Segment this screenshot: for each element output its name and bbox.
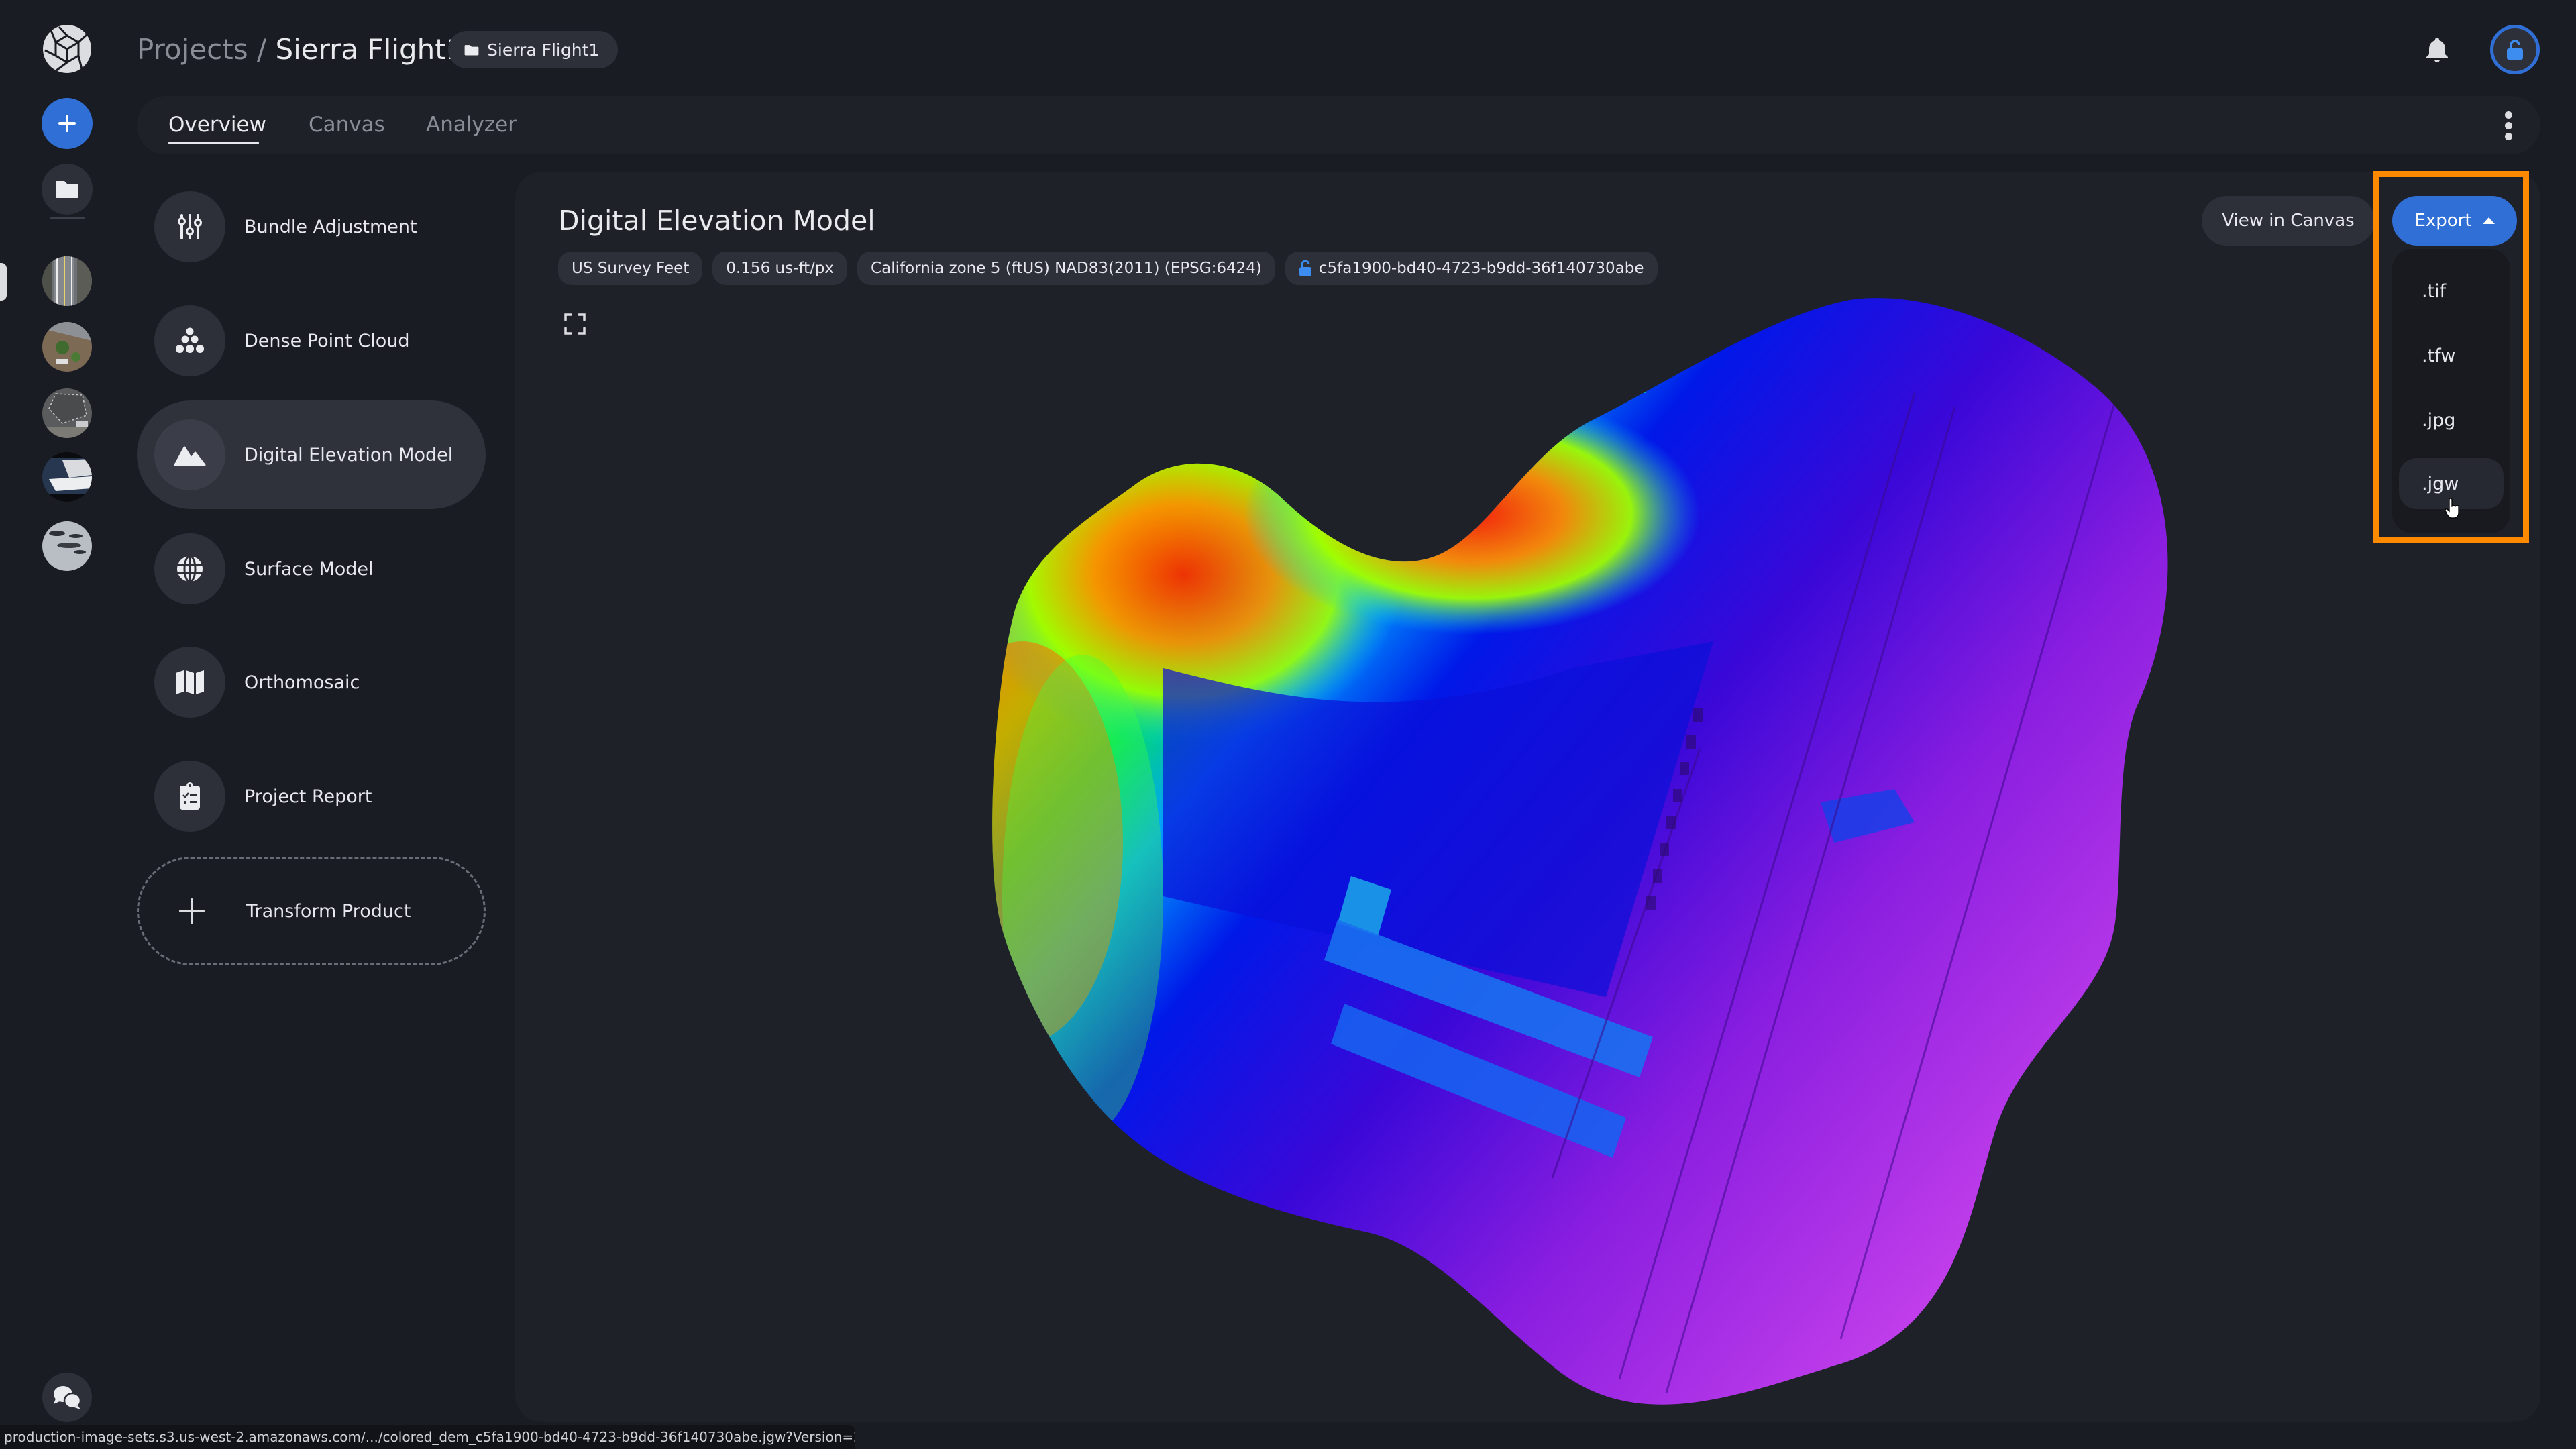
product-item-digital-elevation-model[interactable]: Digital Elevation Model — [137, 400, 486, 509]
product-detail-panel: Digital Elevation Model US Survey Feet 0… — [515, 171, 2540, 1422]
project-thumbnail-ice[interactable] — [42, 521, 92, 571]
ice-aerial-image — [42, 521, 92, 571]
app-logo[interactable] — [43, 25, 91, 73]
chat-button[interactable] — [42, 1373, 92, 1422]
link-status-bar: production-image-sets.s3.us-west-2.amazo… — [0, 1425, 855, 1449]
project-chip[interactable]: Sierra Flight1 — [448, 31, 619, 68]
transform-product-button[interactable]: Transform Product — [137, 857, 486, 965]
export-menu: .tif .tfw .jpg .jgw — [2392, 249, 2510, 533]
product-label: Orthomosaic — [244, 672, 360, 693]
dem-preview-image — [992, 298, 2168, 1405]
product-item-dense-point-cloud[interactable]: Dense Point Cloud — [137, 286, 486, 395]
crs-chip: California zone 5 (ftUS) NAD83(2011) (EP… — [857, 252, 1275, 285]
notifications-button[interactable] — [2422, 34, 2453, 64]
breadcrumb-projects-link[interactable]: Projects — [137, 33, 248, 66]
product-title: Digital Elevation Model — [558, 205, 875, 237]
bell-icon — [2426, 38, 2448, 62]
mountain-icon — [154, 419, 225, 490]
product-label: Surface Model — [244, 558, 374, 580]
view-in-canvas-button[interactable]: View in Canvas — [2202, 196, 2375, 246]
active-tab-underline — [168, 142, 259, 144]
field-aerial-image — [42, 388, 92, 438]
export-button[interactable]: Export — [2392, 196, 2517, 246]
active-project-indicator — [0, 263, 7, 301]
id-chip-label: c5fa1900-bd40-4723-b9dd-36f140730abe — [1318, 260, 1644, 277]
road-aerial-image — [42, 256, 92, 306]
product-item-surface-model[interactable]: Surface Model — [137, 515, 486, 623]
transform-product-label: Transform Product — [246, 900, 411, 922]
units-chip: US Survey Feet — [558, 252, 703, 285]
unlock-icon — [2507, 40, 2523, 60]
hand-pointer-cursor-icon — [2445, 498, 2459, 519]
product-label: Dense Point Cloud — [244, 330, 410, 352]
plus-icon — [156, 875, 227, 947]
folder-icon — [464, 44, 479, 55]
export-option-tfw[interactable]: .tfw — [2399, 330, 2504, 381]
chat-bubbles-icon — [54, 1386, 82, 1409]
projects-button[interactable] — [42, 164, 93, 215]
project-thumbnail-field[interactable] — [42, 388, 92, 438]
tab-canvas[interactable]: Canvas — [309, 109, 385, 140]
sliders-icon — [154, 191, 225, 262]
product-label: Project Report — [244, 786, 372, 807]
globe-icon — [154, 533, 225, 604]
point-cloud-icon — [154, 305, 225, 376]
kebab-dot — [2504, 132, 2512, 140]
resolution-chip: 0.156 us-ft/px — [712, 252, 848, 285]
export-option-jpg[interactable]: .jpg — [2399, 394, 2504, 445]
breadcrumb-current: Sierra Flight1 — [275, 33, 464, 66]
tab-overview[interactable]: Overview — [168, 109, 266, 140]
crs-chip-label: California zone 5 (ftUS) NAD83(2011) (EP… — [871, 260, 1262, 277]
resolution-chip-label: 0.156 us-ft/px — [726, 260, 835, 277]
id-chip[interactable]: c5fa1900-bd40-4723-b9dd-36f140730abe — [1285, 252, 1658, 285]
product-item-orthomosaic[interactable]: Orthomosaic — [137, 628, 486, 737]
snow-aerial-image — [42, 452, 92, 502]
aperture-logo-icon — [44, 25, 91, 72]
new-project-button[interactable] — [42, 98, 93, 149]
tab-bar: Overview Canvas Analyzer — [137, 96, 2540, 154]
units-chip-label: US Survey Feet — [572, 260, 690, 277]
project-thumbnail-road[interactable] — [42, 256, 92, 306]
breadcrumb: Projects / Sierra Flight1 — [137, 30, 464, 70]
more-options-button[interactable] — [2495, 111, 2522, 140]
folder-icon — [56, 181, 78, 198]
rail-divider — [50, 217, 85, 219]
tab-analyzer[interactable]: Analyzer — [426, 109, 517, 140]
dem-raster — [992, 298, 2168, 1405]
product-label: Bundle Adjustment — [244, 216, 417, 237]
kebab-dot — [2504, 111, 2512, 119]
product-metadata-chips: US Survey Feet 0.156 us-ft/px California… — [558, 252, 1658, 285]
product-label: Digital Elevation Model — [244, 444, 453, 466]
export-option-tif[interactable]: .tif — [2399, 266, 2504, 317]
product-item-bundle-adjustment[interactable]: Bundle Adjustment — [137, 172, 486, 281]
fullscreen-icon — [564, 313, 586, 335]
clipboard-list-icon — [154, 761, 225, 832]
breadcrumb-separator: / — [256, 33, 267, 66]
unlock-icon — [1299, 260, 1311, 276]
user-avatar-button[interactable] — [2490, 25, 2540, 74]
project-thumbnail-lot[interactable] — [42, 322, 92, 372]
kebab-dot — [2504, 121, 2512, 129]
product-item-project-report[interactable]: Project Report — [137, 742, 486, 851]
caret-up-icon — [2482, 217, 2495, 224]
plus-icon — [58, 115, 76, 132]
project-chip-label: Sierra Flight1 — [487, 40, 600, 60]
project-thumbnail-snow[interactable] — [42, 452, 92, 502]
map-icon — [154, 647, 225, 718]
export-button-label: Export — [2414, 211, 2472, 231]
lot-aerial-image — [42, 322, 92, 372]
fullscreen-button[interactable] — [564, 313, 586, 335]
